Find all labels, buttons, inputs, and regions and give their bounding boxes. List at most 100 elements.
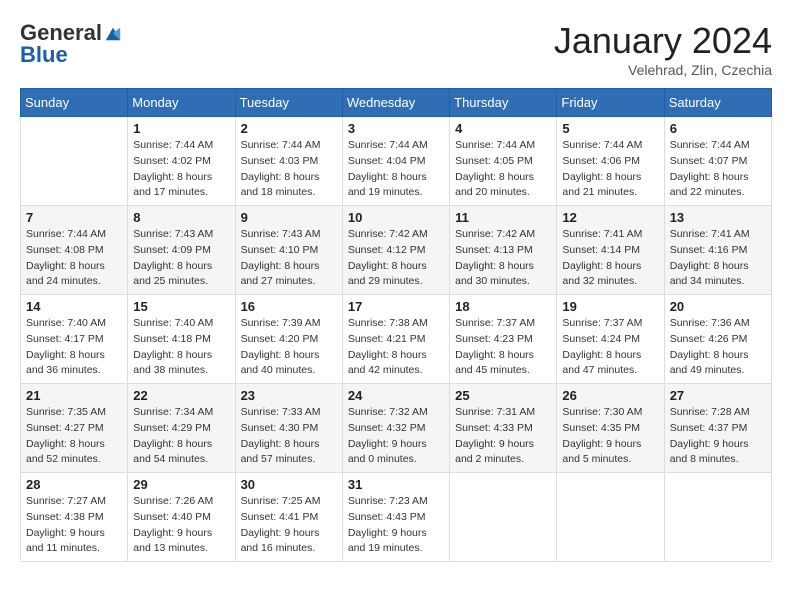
calendar-week-2: 14 Sunrise: 7:40 AMSunset: 4:17 PMDayligh… xyxy=(21,295,772,384)
logo: General Blue xyxy=(20,20,122,68)
calendar-body: 1 Sunrise: 7:44 AMSunset: 4:02 PMDaylight… xyxy=(21,117,772,562)
day-info: Sunrise: 7:44 AMSunset: 4:04 PMDaylight:… xyxy=(348,138,444,201)
day-info: Sunrise: 7:36 AMSunset: 4:26 PMDaylight:… xyxy=(670,316,766,379)
calendar-cell: 25 Sunrise: 7:31 AMSunset: 4:33 PMDayligh… xyxy=(450,384,557,473)
day-number: 20 xyxy=(670,299,766,314)
day-number: 21 xyxy=(26,388,122,403)
day-number: 4 xyxy=(455,121,551,136)
day-number: 2 xyxy=(241,121,337,136)
day-number: 25 xyxy=(455,388,551,403)
day-info: Sunrise: 7:30 AMSunset: 4:35 PMDaylight:… xyxy=(562,405,658,468)
calendar-cell: 30 Sunrise: 7:25 AMSunset: 4:41 PMDayligh… xyxy=(235,473,342,562)
day-number: 7 xyxy=(26,210,122,225)
col-monday: Monday xyxy=(128,89,235,117)
col-saturday: Saturday xyxy=(664,89,771,117)
col-wednesday: Wednesday xyxy=(342,89,449,117)
calendar-cell xyxy=(664,473,771,562)
calendar-cell: 1 Sunrise: 7:44 AMSunset: 4:02 PMDaylight… xyxy=(128,117,235,206)
day-info: Sunrise: 7:44 AMSunset: 4:07 PMDaylight:… xyxy=(670,138,766,201)
col-thursday: Thursday xyxy=(450,89,557,117)
calendar-cell: 7 Sunrise: 7:44 AMSunset: 4:08 PMDaylight… xyxy=(21,206,128,295)
day-info: Sunrise: 7:38 AMSunset: 4:21 PMDaylight:… xyxy=(348,316,444,379)
day-info: Sunrise: 7:34 AMSunset: 4:29 PMDaylight:… xyxy=(133,405,229,468)
day-info: Sunrise: 7:43 AMSunset: 4:09 PMDaylight:… xyxy=(133,227,229,290)
calendar-cell xyxy=(557,473,664,562)
day-number: 30 xyxy=(241,477,337,492)
day-info: Sunrise: 7:37 AMSunset: 4:23 PMDaylight:… xyxy=(455,316,551,379)
month-title: January 2024 xyxy=(554,20,772,62)
day-info: Sunrise: 7:23 AMSunset: 4:43 PMDaylight:… xyxy=(348,494,444,557)
calendar-cell: 23 Sunrise: 7:33 AMSunset: 4:30 PMDayligh… xyxy=(235,384,342,473)
calendar-cell: 28 Sunrise: 7:27 AMSunset: 4:38 PMDayligh… xyxy=(21,473,128,562)
day-info: Sunrise: 7:44 AMSunset: 4:08 PMDaylight:… xyxy=(26,227,122,290)
calendar-cell: 6 Sunrise: 7:44 AMSunset: 4:07 PMDaylight… xyxy=(664,117,771,206)
day-info: Sunrise: 7:33 AMSunset: 4:30 PMDaylight:… xyxy=(241,405,337,468)
col-friday: Friday xyxy=(557,89,664,117)
day-number: 14 xyxy=(26,299,122,314)
day-info: Sunrise: 7:35 AMSunset: 4:27 PMDaylight:… xyxy=(26,405,122,468)
calendar-cell: 4Sunrise: 7:44 AMSunset: 4:05 PMDaylight… xyxy=(450,117,557,206)
calendar-cell: 27Sunrise: 7:28 AMSunset: 4:37 PMDayligh… xyxy=(664,384,771,473)
day-number: 12 xyxy=(562,210,658,225)
day-info: Sunrise: 7:31 AMSunset: 4:33 PMDaylight:… xyxy=(455,405,551,468)
day-info: Sunrise: 7:25 AMSunset: 4:41 PMDaylight:… xyxy=(241,494,337,557)
calendar-table: Sunday Monday Tuesday Wednesday Thursday… xyxy=(20,88,772,562)
day-number: 13 xyxy=(670,210,766,225)
day-info: Sunrise: 7:26 AMSunset: 4:40 PMDaylight:… xyxy=(133,494,229,557)
calendar-cell: 8 Sunrise: 7:43 AMSunset: 4:09 PMDaylight… xyxy=(128,206,235,295)
day-number: 16 xyxy=(241,299,337,314)
title-block: January 2024 Velehrad, Zlin, Czechia xyxy=(554,20,772,78)
day-number: 11 xyxy=(455,210,551,225)
page-header: General Blue January 2024 Velehrad, Zlin… xyxy=(20,20,772,78)
logo-icon xyxy=(104,24,122,42)
calendar-cell: 24 Sunrise: 7:32 AMSunset: 4:32 PMDayligh… xyxy=(342,384,449,473)
day-info: Sunrise: 7:42 AMSunset: 4:13 PMDaylight:… xyxy=(455,227,551,290)
day-number: 27 xyxy=(670,388,766,403)
calendar-cell: 5 Sunrise: 7:44 AMSunset: 4:06 PMDaylight… xyxy=(557,117,664,206)
day-info: Sunrise: 7:43 AMSunset: 4:10 PMDaylight:… xyxy=(241,227,337,290)
day-info: Sunrise: 7:32 AMSunset: 4:32 PMDaylight:… xyxy=(348,405,444,468)
calendar-week-3: 21 Sunrise: 7:35 AMSunset: 4:27 PMDayligh… xyxy=(21,384,772,473)
calendar-cell: 17 Sunrise: 7:38 AMSunset: 4:21 PMDayligh… xyxy=(342,295,449,384)
day-number: 28 xyxy=(26,477,122,492)
day-info: Sunrise: 7:44 AMSunset: 4:02 PMDaylight:… xyxy=(133,138,229,201)
weekday-row: Sunday Monday Tuesday Wednesday Thursday… xyxy=(21,89,772,117)
calendar-header: Sunday Monday Tuesday Wednesday Thursday… xyxy=(21,89,772,117)
calendar-cell: 3Sunrise: 7:44 AMSunset: 4:04 PMDaylight… xyxy=(342,117,449,206)
day-number: 18 xyxy=(455,299,551,314)
day-number: 23 xyxy=(241,388,337,403)
calendar-cell xyxy=(21,117,128,206)
location: Velehrad, Zlin, Czechia xyxy=(554,62,772,78)
day-info: Sunrise: 7:27 AMSunset: 4:38 PMDaylight:… xyxy=(26,494,122,557)
day-number: 8 xyxy=(133,210,229,225)
calendar-cell xyxy=(450,473,557,562)
day-info: Sunrise: 7:40 AMSunset: 4:17 PMDaylight:… xyxy=(26,316,122,379)
day-info: Sunrise: 7:44 AMSunset: 4:03 PMDaylight:… xyxy=(241,138,337,201)
day-number: 1 xyxy=(133,121,229,136)
calendar-cell: 15Sunrise: 7:40 AMSunset: 4:18 PMDayligh… xyxy=(128,295,235,384)
day-number: 26 xyxy=(562,388,658,403)
calendar-week-1: 7 Sunrise: 7:44 AMSunset: 4:08 PMDaylight… xyxy=(21,206,772,295)
calendar-cell: 2 Sunrise: 7:44 AMSunset: 4:03 PMDaylight… xyxy=(235,117,342,206)
calendar-cell: 10Sunrise: 7:42 AMSunset: 4:12 PMDayligh… xyxy=(342,206,449,295)
day-info: Sunrise: 7:41 AMSunset: 4:14 PMDaylight:… xyxy=(562,227,658,290)
calendar-cell: 20 Sunrise: 7:36 AMSunset: 4:26 PMDayligh… xyxy=(664,295,771,384)
day-info: Sunrise: 7:39 AMSunset: 4:20 PMDaylight:… xyxy=(241,316,337,379)
day-number: 17 xyxy=(348,299,444,314)
calendar-cell: 16 Sunrise: 7:39 AMSunset: 4:20 PMDayligh… xyxy=(235,295,342,384)
day-number: 6 xyxy=(670,121,766,136)
day-info: Sunrise: 7:37 AMSunset: 4:24 PMDaylight:… xyxy=(562,316,658,379)
calendar-cell: 18 Sunrise: 7:37 AMSunset: 4:23 PMDayligh… xyxy=(450,295,557,384)
calendar-cell: 29Sunrise: 7:26 AMSunset: 4:40 PMDayligh… xyxy=(128,473,235,562)
day-number: 31 xyxy=(348,477,444,492)
day-number: 10 xyxy=(348,210,444,225)
day-number: 24 xyxy=(348,388,444,403)
day-info: Sunrise: 7:44 AMSunset: 4:06 PMDaylight:… xyxy=(562,138,658,201)
calendar-cell: 12 Sunrise: 7:41 AMSunset: 4:14 PMDayligh… xyxy=(557,206,664,295)
calendar-cell: 9 Sunrise: 7:43 AMSunset: 4:10 PMDaylight… xyxy=(235,206,342,295)
day-number: 5 xyxy=(562,121,658,136)
calendar-cell: 31 Sunrise: 7:23 AMSunset: 4:43 PMDayligh… xyxy=(342,473,449,562)
calendar-cell: 14 Sunrise: 7:40 AMSunset: 4:17 PMDayligh… xyxy=(21,295,128,384)
day-number: 9 xyxy=(241,210,337,225)
calendar-cell: 19Sunrise: 7:37 AMSunset: 4:24 PMDayligh… xyxy=(557,295,664,384)
